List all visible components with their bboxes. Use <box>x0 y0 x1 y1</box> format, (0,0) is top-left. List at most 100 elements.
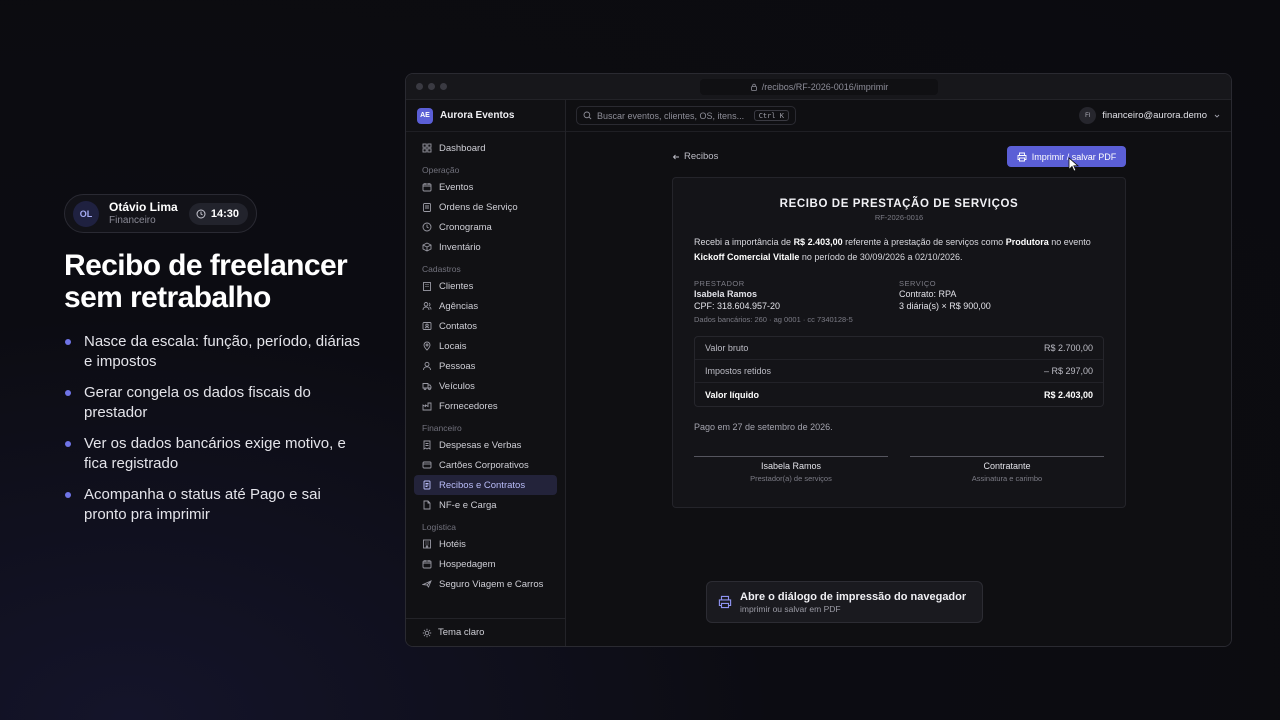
signature-name: Isabela Ramos <box>760 461 822 471</box>
back-link[interactable]: Recibos <box>672 151 718 162</box>
sidebar-item-cronograma[interactable]: Cronograma <box>414 217 557 237</box>
sidebar-item-hoteis[interactable]: Hotéis <box>414 534 557 554</box>
signature-role: Assinatura e carimbo <box>971 474 1043 483</box>
signature-name: Contratante <box>983 461 1031 471</box>
sidebar-item-label: Veículos <box>439 380 475 392</box>
servico-label: SERVIÇO <box>899 279 937 288</box>
sidebar-item-label: Eventos <box>439 181 474 193</box>
sidebar-item-contatos[interactable]: Contatos <box>414 316 557 336</box>
account-menu[interactable]: FI financeiro@aurora.demo <box>1079 107 1221 124</box>
brand[interactable]: AE Aurora Eventos <box>406 100 565 132</box>
prestador-label: PRESTADOR <box>694 279 745 288</box>
chevron-down-icon <box>1214 114 1220 118</box>
row-value: R$ 2.403,00 <box>1043 389 1093 400</box>
search-placeholder: Buscar eventos, clientes, OS, itens... <box>597 110 745 121</box>
calendar-icon <box>422 560 432 569</box>
sidebar-item-inventario[interactable]: Inventário <box>414 237 557 257</box>
sidebar-item-label: Locais <box>439 340 467 352</box>
box-icon <box>422 242 432 252</box>
user-role: Financeiro <box>109 214 156 226</box>
sidebar: AE Aurora Eventos Dashboard Operação Eve… <box>406 100 566 646</box>
sidebar-item-dashboard[interactable]: Dashboard <box>414 138 557 158</box>
credit-card-icon <box>422 461 432 469</box>
printer-icon <box>718 595 732 609</box>
section-financeiro: Financeiro <box>422 423 462 433</box>
table-row: Impostos retidos – R$ 297,00 <box>695 360 1103 383</box>
signature-contratante: Contratante Assinatura e carimbo <box>910 456 1104 483</box>
sidebar-item-label: Inventário <box>439 241 481 253</box>
main-content: Buscar eventos, clientes, OS, itens... C… <box>566 100 1231 646</box>
values-table: Valor bruto R$ 2.700,00 Impostos retidos… <box>694 336 1104 407</box>
plane-icon <box>422 580 432 588</box>
sidebar-item-agencias[interactable]: Agências <box>414 296 557 316</box>
row-value: R$ 2.700,00 <box>1043 343 1093 353</box>
sidebar-item-label: Agências <box>439 300 479 312</box>
sidebar-item-hospedagem[interactable]: Hospedagem <box>414 554 557 574</box>
sidebar-item-pessoas[interactable]: Pessoas <box>414 356 557 376</box>
prestador-cpf: CPF: 318.604.957-20 <box>694 301 781 311</box>
account-avatar: FI <box>1079 107 1097 124</box>
url-bar[interactable]: /recibos/RF-2026-0016/imprimir <box>700 79 938 95</box>
mouse-cursor-icon <box>1068 157 1079 172</box>
topbar: Buscar eventos, clientes, OS, itens... C… <box>566 100 1231 132</box>
sidebar-nav: Dashboard Operação Eventos Ordens de Ser… <box>406 132 565 594</box>
prestador-name: Isabela Ramos <box>694 289 758 299</box>
sidebar-item-nfe[interactable]: NF-e e Carga <box>414 495 557 515</box>
users-icon <box>422 302 432 311</box>
signature-prestador: Isabela Ramos Prestador(a) de serviços <box>694 456 888 483</box>
user-icon <box>423 361 431 371</box>
section-operacao: Operação <box>422 165 460 175</box>
window-minimize-dot[interactable] <box>428 83 435 90</box>
print-button[interactable]: Imprimir / salvar PDF <box>1007 146 1126 167</box>
theme-toggle[interactable]: Tema claro <box>406 618 565 646</box>
map-pin-icon <box>423 341 431 351</box>
theme-toggle-label: Tema claro <box>438 627 485 638</box>
row-label: Valor líquido <box>705 389 760 400</box>
sidebar-item-seguro-viagem[interactable]: Seguro Viagem e Carros <box>414 574 557 594</box>
tooltip-toast: Abre o diálogo de impressão do navegador… <box>706 581 983 623</box>
promo-bullets: Nasce da escala: função, período, diária… <box>64 332 364 536</box>
sidebar-item-clientes[interactable]: Clientes <box>414 276 557 296</box>
printer-icon <box>1017 152 1027 161</box>
dashboard-icon <box>422 143 432 153</box>
sidebar-item-label: NF-e e Carga <box>439 499 497 511</box>
sidebar-item-despesas[interactable]: Despesas e Verbas <box>414 435 557 455</box>
browser-window: /recibos/RF-2026-0016/imprimir AE Aurora… <box>405 73 1232 647</box>
sidebar-item-veiculos[interactable]: Veículos <box>414 376 557 396</box>
sidebar-item-label: Fornecedores <box>439 400 498 412</box>
promo-bullet: Acompanha o status até Pago e sai pronto… <box>64 485 364 525</box>
promo-title: Recibo de freelancer sem retrabalho <box>64 249 348 314</box>
sidebar-item-label: Despesas e Verbas <box>439 439 522 451</box>
sidebar-item-eventos[interactable]: Eventos <box>414 177 557 197</box>
sidebar-item-label: Cronograma <box>439 221 492 233</box>
user-chip: OL Otávio Lima Financeiro 14:30 <box>64 194 257 233</box>
window-maximize-dot[interactable] <box>440 83 447 90</box>
clipboard-icon <box>423 203 431 212</box>
avatar: OL <box>73 200 99 227</box>
calendar-icon <box>422 183 432 192</box>
factory-icon <box>422 402 432 411</box>
sidebar-item-recibos[interactable]: Recibos e Contratos <box>414 475 557 495</box>
account-email: financeiro@aurora.demo <box>1102 110 1207 121</box>
sidebar-item-label: Contatos <box>439 320 478 332</box>
sidebar-item-cartoes[interactable]: Cartões Corporativos <box>414 455 557 475</box>
search-input[interactable]: Buscar eventos, clientes, OS, itens... C… <box>576 106 796 125</box>
sidebar-item-fornecedores[interactable]: Fornecedores <box>414 396 557 416</box>
receipt-document: RECIBO DE PRESTAÇÃO DE SERVIÇOS RF-2026-… <box>672 177 1126 508</box>
window-close-dot[interactable] <box>416 83 423 90</box>
table-row: Valor bruto R$ 2.700,00 <box>695 337 1103 360</box>
receipt-id: RF-2026-0016 <box>874 213 924 222</box>
lock-icon <box>750 83 757 91</box>
search-icon <box>583 111 592 120</box>
sidebar-item-ordens-de-servico[interactable]: Ordens de Serviço <box>414 197 557 217</box>
sidebar-item-locais[interactable]: Locais <box>414 336 557 356</box>
toast-title: Abre o diálogo de impressão do navegador <box>740 590 967 603</box>
prestador-block: PRESTADOR Isabela Ramos CPF: 318.604.957… <box>694 279 899 324</box>
receipt-title: RECIBO DE PRESTAÇÃO DE SERVIÇOS <box>779 198 1019 210</box>
row-label: Impostos retidos <box>705 366 772 376</box>
back-link-label: Recibos <box>684 151 719 162</box>
paid-date: Pago em 27 de setembro de 2026. <box>694 422 833 432</box>
file-icon <box>423 500 431 510</box>
section-logistica: Logística <box>422 522 457 532</box>
clock-icon <box>422 222 432 232</box>
